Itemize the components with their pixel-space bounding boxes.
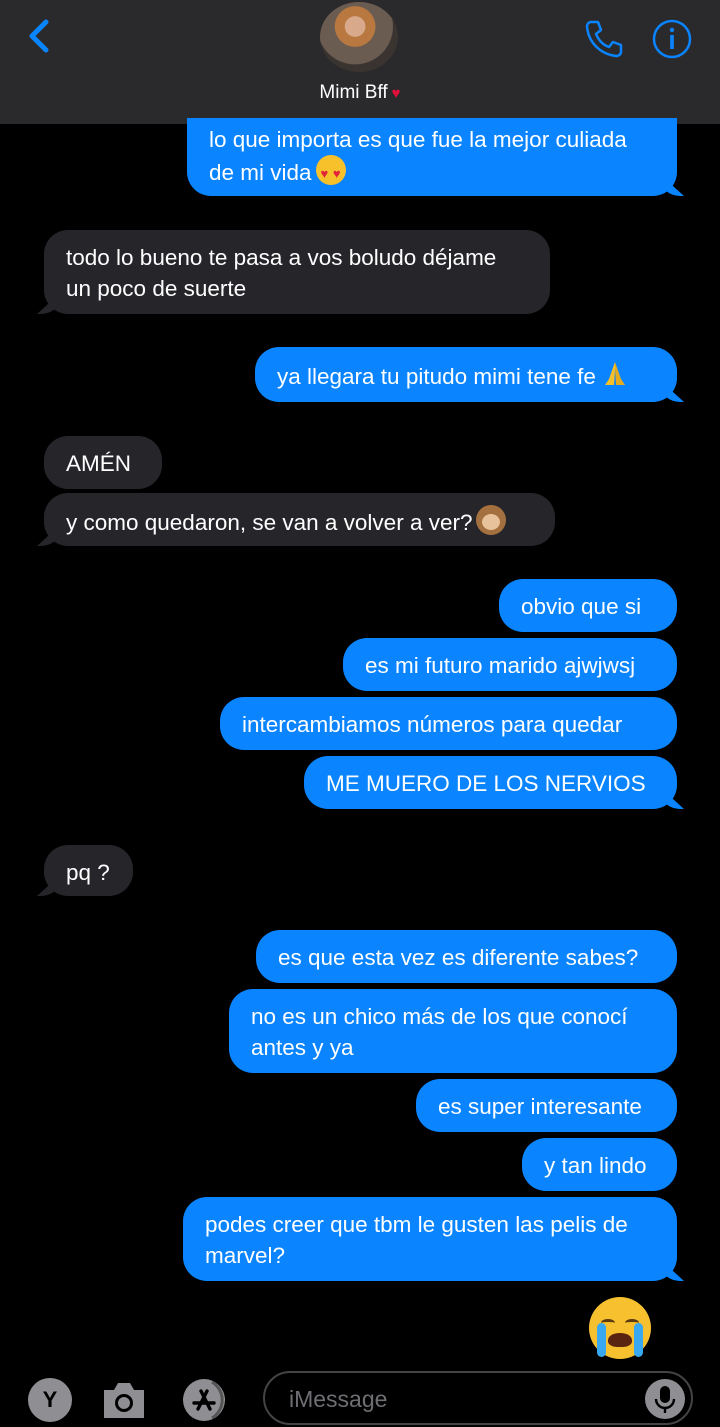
info-icon[interactable] (651, 18, 693, 60)
message-bubble-sent[interactable]: intercambiamos números para quedar (220, 697, 677, 750)
message-bubble-sent[interactable]: es que esta vez es diferente sabes? (256, 930, 677, 983)
loudly-crying-face-emoji-icon[interactable] (589, 1297, 651, 1359)
message-bubble-sent[interactable]: es mi futuro marido ajwjwsj (343, 638, 677, 691)
message-bubble-received[interactable]: pq ? (44, 845, 133, 896)
message-bubble-sent[interactable]: no es un chico más de los que conocí ant… (229, 989, 677, 1073)
contact-name[interactable]: Mimi Bff ♥ (0, 82, 720, 104)
microphone-icon[interactable] (645, 1379, 685, 1419)
message-bubble-received[interactable]: AMÉN (44, 436, 162, 489)
message-bubble-sent[interactable]: y tan lindo (522, 1138, 677, 1191)
chevron-left-icon[interactable] (22, 14, 62, 58)
message-bubble-received[interactable]: y como quedaron, se van a volver a ver? (44, 493, 555, 546)
camera-icon[interactable] (100, 1378, 148, 1422)
message-bubble-sent[interactable]: lo que importa es que fue la mejor culia… (187, 118, 677, 196)
heart-eyes-emoji-icon (315, 155, 346, 189)
see-no-evil-monkey-emoji-icon (476, 505, 507, 535)
app-drawer-button[interactable]: Y (28, 1378, 72, 1422)
message-input[interactable]: iMessage (263, 1371, 693, 1425)
app-store-icon[interactable] (180, 1378, 234, 1422)
message-bubble-received[interactable]: todo lo bueno te pasa a vos boludo déjam… (44, 230, 550, 314)
contact-avatar[interactable] (320, 2, 398, 72)
message-bubble-sent[interactable]: ya llegara tu pitudo mimi tene fe (255, 347, 677, 402)
message-bubble-sent[interactable]: ME MUERO DE LOS NERVIOS (304, 756, 677, 809)
message-bubble-sent[interactable]: podes creer que tbm le gusten las pelis … (183, 1197, 677, 1281)
message-bubble-sent[interactable]: obvio que si (499, 579, 677, 632)
praying-hands-emoji-icon (604, 362, 625, 385)
kiss-lips-icon: ♥ (391, 85, 401, 102)
message-bubble-sent[interactable]: es super interesante (416, 1079, 677, 1132)
conversation-header: Mimi Bff ♥ (0, 0, 720, 124)
phone-icon[interactable] (582, 16, 626, 60)
message-input-placeholder: iMessage (289, 1386, 388, 1412)
